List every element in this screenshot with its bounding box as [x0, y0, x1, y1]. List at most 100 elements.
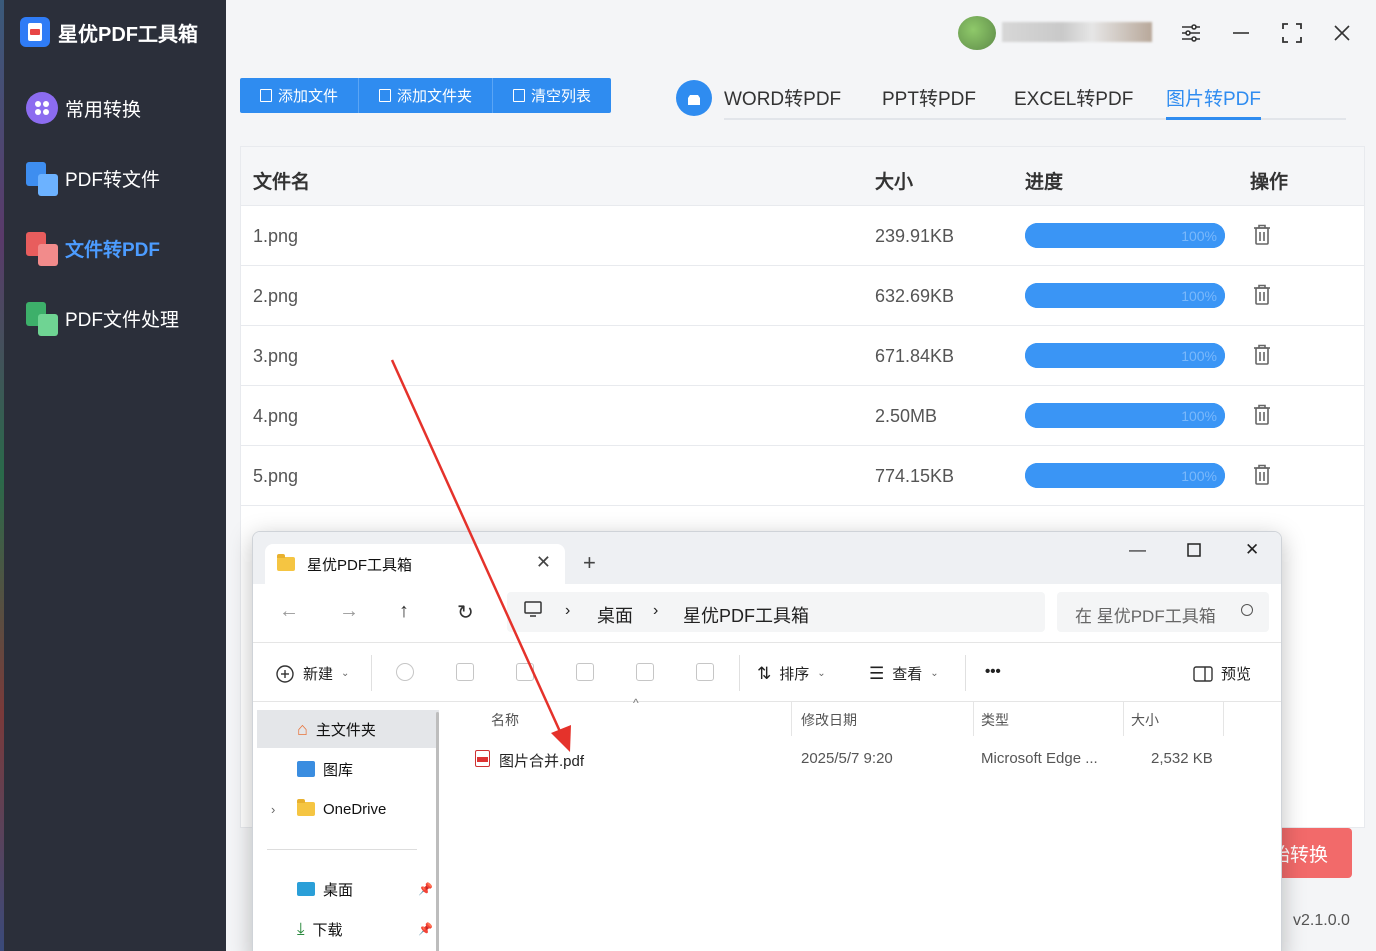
divider	[1223, 702, 1224, 736]
tab-excel-to-pdf[interactable]: EXCEL转PDF	[1014, 84, 1133, 120]
chevron-right-icon[interactable]: ›	[271, 802, 275, 817]
add-folder-button[interactable]: 添加文件夹	[359, 78, 494, 113]
close-icon[interactable]	[1327, 18, 1357, 48]
preview-button[interactable]: 预览	[1193, 663, 1251, 684]
clear-list-button[interactable]: 清空列表	[493, 78, 611, 113]
trash-icon[interactable]	[1253, 284, 1271, 306]
nav-gallery[interactable]: 图库	[257, 750, 439, 788]
refresh-icon[interactable]: ↻	[457, 600, 474, 625]
command-bar: 新建 ⌄ ⇅ 排序 ⌄ ☰ 查看 ⌄ ••• 预览	[253, 642, 1281, 702]
nav-desktop-label: 桌面	[323, 881, 354, 899]
home-icon: ⌂	[297, 718, 308, 739]
minimize-icon[interactable]	[1226, 18, 1256, 48]
row-size: 239.91KB	[875, 226, 955, 246]
preview-pane-icon	[1193, 665, 1213, 682]
progress-bar: 100%	[1025, 283, 1225, 308]
nav-downloads-label: 下载	[312, 921, 343, 939]
address-bar-row: ← → ↑ ↻ › 桌面 › 星优PDF工具箱 在 星优PDF工具箱	[253, 584, 1281, 642]
close-icon[interactable]: ✕	[1245, 540, 1259, 560]
nav-home[interactable]: ⌂ 主文件夹	[257, 710, 439, 748]
table-row: 3.png 671.84KB 100%	[241, 326, 1364, 386]
table-row: 4.png 2.50MB 100%	[241, 386, 1364, 446]
nav-downloads[interactable]: ⤓ 下载 📌	[257, 910, 439, 948]
new-button[interactable]: 新建 ⌄	[275, 663, 349, 684]
divider	[791, 702, 792, 736]
tab-word-to-pdf[interactable]: WORD转PDF	[724, 84, 841, 120]
copy-icon[interactable]	[456, 663, 474, 681]
more-options-button[interactable]: •••	[985, 663, 1001, 680]
column-name[interactable]: 名称	[491, 710, 519, 730]
maximize-icon[interactable]	[1187, 542, 1201, 562]
view-button[interactable]: ☰ 查看 ⌄	[869, 663, 939, 684]
folder-icon	[277, 554, 295, 571]
column-type[interactable]: 类型	[981, 710, 1009, 730]
progress-label: 100%	[1181, 468, 1217, 484]
file-row[interactable]: 图片合并.pdf 2025/5/7 9:20 Microsoft Edge ..…	[475, 742, 1235, 776]
trash-icon[interactable]	[1253, 224, 1271, 246]
breadcrumb-desktop[interactable]: 桌面	[597, 602, 633, 628]
column-size[interactable]: 大小	[1131, 710, 1159, 730]
divider	[973, 702, 974, 736]
cut-icon[interactable]	[396, 663, 414, 681]
settings-sliders-icon[interactable]	[1176, 18, 1206, 48]
computer-icon	[523, 600, 543, 623]
pin-icon[interactable]: 📌	[418, 922, 433, 936]
rename-icon[interactable]	[576, 663, 594, 681]
file-toolbar: 添加文件 添加文件夹 清空列表	[240, 78, 612, 113]
user-avatar[interactable]	[958, 16, 996, 50]
sort-button[interactable]: ⇅ 排序 ⌄	[757, 663, 826, 684]
progress-label: 100%	[1181, 408, 1217, 424]
explorer-tab[interactable]: 星优PDF工具箱 ✕	[265, 544, 565, 584]
sidebar-item-pdf-process[interactable]: PDF文件处理	[26, 300, 179, 336]
tab-ppt-to-pdf[interactable]: PPT转PDF	[882, 84, 976, 120]
share-icon[interactable]	[636, 663, 654, 681]
progress-label: 100%	[1181, 228, 1217, 244]
row-size: 774.15KB	[875, 466, 955, 486]
clear-list-label: 清空列表	[531, 88, 592, 105]
chevron-right-icon: ›	[565, 602, 571, 619]
progress-label: 100%	[1181, 348, 1217, 364]
forward-arrow-icon[interactable]: →	[339, 600, 359, 623]
back-arrow-icon[interactable]: ←	[279, 600, 299, 623]
scrollbar[interactable]	[436, 712, 439, 951]
sidebar-item-file-to-pdf[interactable]: 文件转PDF	[26, 230, 160, 266]
progress-label: 100%	[1181, 288, 1217, 304]
app-title: 星优PDF工具箱	[58, 23, 198, 46]
nav-onedrive[interactable]: › OneDrive	[257, 790, 439, 828]
row-filename: 1.png	[253, 226, 299, 246]
file-type: Microsoft Edge ...	[981, 750, 1098, 767]
tab-image-to-pdf[interactable]: 图片转PDF	[1166, 84, 1262, 120]
up-arrow-icon[interactable]: ↑	[399, 600, 409, 623]
delete-icon[interactable]	[696, 663, 714, 681]
nav-desktop[interactable]: 桌面 📌	[257, 870, 439, 908]
add-folder-label: 添加文件夹	[397, 88, 473, 105]
table-row: 2.png 632.69KB 100%	[241, 266, 1364, 326]
maximize-icon[interactable]	[1277, 18, 1307, 48]
trash-icon[interactable]	[1253, 344, 1271, 366]
trash-icon[interactable]	[1253, 404, 1271, 426]
header-filename: 文件名	[253, 172, 311, 193]
sidebar-item-common-convert[interactable]: 常用转换	[26, 90, 141, 126]
add-file-button[interactable]: 添加文件	[240, 78, 360, 113]
search-input[interactable]: 在 星优PDF工具箱	[1057, 592, 1269, 632]
row-filename: 2.png	[253, 286, 299, 306]
minimize-icon[interactable]: —	[1129, 540, 1146, 560]
header-action: 操作	[1250, 172, 1289, 193]
sidebar-item-label: 文件转PDF	[65, 239, 161, 261]
close-tab-icon[interactable]: ✕	[536, 552, 551, 573]
home-icon[interactable]	[676, 80, 712, 116]
desktop-icon	[297, 882, 315, 896]
version-label: v2.1.0.0	[1293, 912, 1350, 929]
pin-icon[interactable]: 📌	[418, 882, 433, 896]
trash-icon	[513, 89, 526, 102]
address-bar[interactable]: › 桌面 › 星优PDF工具箱	[507, 592, 1045, 632]
row-size: 632.69KB	[875, 286, 955, 306]
chevron-right-icon: ›	[653, 602, 659, 619]
sidebar-item-pdf-to-file[interactable]: PDF转文件	[26, 160, 160, 196]
breadcrumb-folder[interactable]: 星优PDF工具箱	[683, 602, 809, 628]
column-modified[interactable]: 修改日期	[801, 710, 857, 730]
new-tab-icon[interactable]: +	[583, 550, 596, 576]
trash-icon[interactable]	[1253, 464, 1271, 486]
paste-icon[interactable]	[516, 663, 534, 681]
sort-label: 排序	[779, 666, 810, 683]
